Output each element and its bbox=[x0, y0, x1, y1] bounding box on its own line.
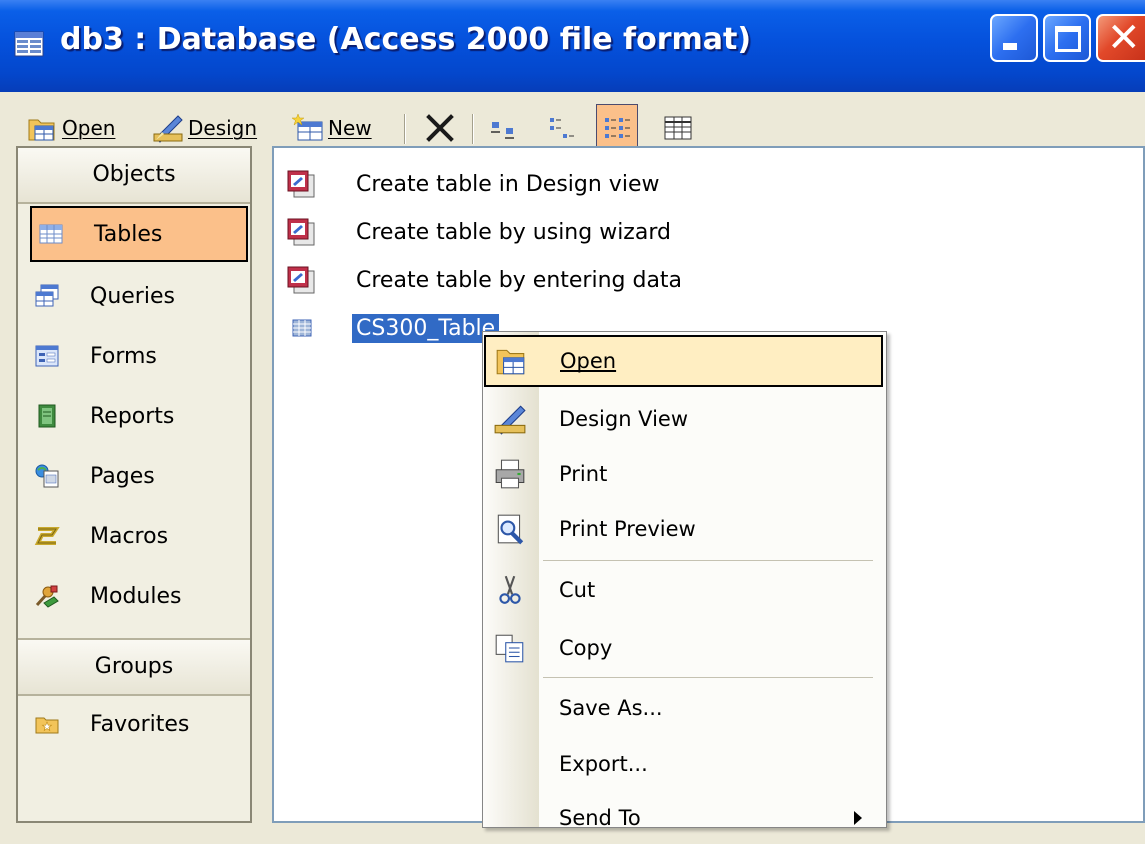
copy-icon bbox=[495, 634, 524, 663]
menu-item-label: Copy bbox=[559, 636, 613, 660]
object-macros[interactable]: Macros bbox=[28, 508, 240, 564]
details-view-icon bbox=[664, 116, 692, 140]
open-icon bbox=[496, 349, 525, 375]
menu-item-label: Save As... bbox=[559, 696, 663, 720]
menu-item-label: Design View bbox=[559, 407, 689, 431]
close-button[interactable]: ✕ bbox=[1096, 14, 1145, 62]
menu-separator bbox=[543, 560, 873, 561]
small-icons-view-icon bbox=[550, 118, 574, 138]
design-icon bbox=[153, 115, 183, 143]
list-item-create-wizard[interactable]: Create table by using wizard bbox=[286, 212, 671, 252]
object-queries[interactable]: Queries bbox=[28, 268, 240, 324]
menu-item-send-to[interactable]: Send To bbox=[485, 792, 884, 844]
open-icon bbox=[28, 119, 55, 141]
object-label: Macros bbox=[90, 523, 169, 549]
delete-button[interactable] bbox=[424, 108, 456, 148]
favorites-folder-icon bbox=[35, 717, 59, 734]
table-icon bbox=[39, 224, 63, 244]
object-pages[interactable]: Pages bbox=[28, 448, 240, 504]
list-item-label: Create table in Design view bbox=[356, 171, 660, 197]
minimize-icon bbox=[1003, 43, 1017, 50]
new-object-icon bbox=[292, 113, 323, 141]
new-button[interactable]: New bbox=[292, 108, 372, 148]
menu-item-save-as[interactable]: Save As... bbox=[485, 682, 884, 734]
small-icons-button[interactable] bbox=[546, 108, 578, 148]
list-item-create-entering-data[interactable]: Create table by entering data bbox=[286, 260, 682, 300]
minimize-button[interactable] bbox=[990, 14, 1038, 62]
print-icon bbox=[495, 459, 525, 489]
menu-item-label: Export... bbox=[559, 752, 648, 776]
object-label: Pages bbox=[90, 463, 155, 489]
toolbar-separator bbox=[404, 114, 406, 144]
menu-item-label: Cut bbox=[559, 578, 596, 602]
objects-bar: Objects Tables Queries Forms Reports Pag… bbox=[16, 146, 252, 823]
groups-header[interactable]: Groups bbox=[18, 638, 250, 696]
object-modules[interactable]: Modules bbox=[28, 568, 240, 624]
macro-icon bbox=[34, 527, 60, 545]
design-icon bbox=[494, 405, 526, 435]
print-preview-icon bbox=[497, 514, 524, 545]
delete-icon bbox=[426, 114, 454, 142]
menu-item-design-view[interactable]: Design View bbox=[485, 393, 884, 445]
menu-item-label: Open bbox=[560, 349, 617, 373]
cut-icon bbox=[499, 575, 521, 604]
design-button[interactable]: Design bbox=[152, 108, 257, 148]
object-label: Queries bbox=[90, 283, 175, 309]
object-forms[interactable]: Forms bbox=[28, 328, 240, 384]
large-icons-button[interactable] bbox=[488, 108, 520, 148]
open-button[interactable]: Open bbox=[26, 108, 115, 148]
menu-item-export[interactable]: Export... bbox=[485, 738, 884, 790]
menu-item-label: Send To bbox=[559, 806, 641, 830]
list-item-label: CS300_Table bbox=[352, 313, 500, 343]
shortcut-wizard-icon bbox=[287, 266, 315, 294]
menu-item-cut[interactable]: Cut bbox=[485, 564, 884, 616]
shortcut-wizard-icon bbox=[287, 170, 315, 198]
module-icon bbox=[35, 585, 59, 608]
database-window-icon bbox=[14, 31, 44, 57]
object-tables[interactable]: Tables bbox=[30, 206, 248, 262]
group-label: Favorites bbox=[90, 711, 190, 737]
new-label: New bbox=[328, 116, 372, 140]
open-label: Open bbox=[62, 116, 116, 140]
list-view-button[interactable] bbox=[596, 104, 638, 152]
context-menu: Open Design View Print Print Preview Cut… bbox=[482, 331, 887, 830]
menu-item-copy[interactable]: Copy bbox=[485, 622, 884, 674]
title-bar[interactable]: db3 : Database (Access 2000 file format)… bbox=[0, 0, 1145, 92]
list-view-icon bbox=[605, 118, 630, 138]
object-label: Tables bbox=[94, 221, 163, 247]
form-icon bbox=[35, 345, 59, 367]
query-icon bbox=[35, 284, 59, 307]
design-label: Design bbox=[188, 116, 258, 140]
menu-item-open[interactable]: Open bbox=[484, 335, 883, 387]
menu-separator bbox=[543, 677, 873, 678]
list-item-cs300-table[interactable]: CS300_Table bbox=[286, 308, 500, 348]
table-icon bbox=[292, 319, 312, 337]
shortcut-wizard-icon bbox=[287, 218, 315, 246]
group-favorites[interactable]: Favorites bbox=[28, 696, 240, 752]
maximize-button[interactable] bbox=[1043, 14, 1091, 62]
page-icon bbox=[35, 464, 59, 488]
object-label: Modules bbox=[90, 583, 182, 609]
menu-item-print[interactable]: Print bbox=[485, 448, 884, 500]
list-item-label: Create table by entering data bbox=[356, 267, 683, 293]
maximize-icon bbox=[1055, 26, 1081, 52]
details-view-button[interactable] bbox=[662, 108, 694, 148]
list-item-create-design[interactable]: Create table in Design view bbox=[286, 164, 659, 204]
report-icon bbox=[38, 404, 56, 428]
menu-item-label: Print bbox=[559, 462, 608, 486]
menu-item-label: Print Preview bbox=[559, 517, 696, 541]
window-title: db3 : Database (Access 2000 file format) bbox=[60, 22, 752, 57]
object-label: Reports bbox=[90, 403, 175, 429]
list-item-label: Create table by using wizard bbox=[356, 219, 671, 245]
toolbar-separator bbox=[472, 114, 474, 144]
object-reports[interactable]: Reports bbox=[28, 388, 240, 444]
object-label: Forms bbox=[90, 343, 157, 369]
objects-header[interactable]: Objects bbox=[18, 148, 250, 204]
submenu-arrow-icon bbox=[854, 811, 862, 825]
large-icons-view-icon bbox=[491, 122, 514, 139]
close-icon: ✕ bbox=[1107, 15, 1141, 61]
menu-item-print-preview[interactable]: Print Preview bbox=[485, 503, 884, 555]
